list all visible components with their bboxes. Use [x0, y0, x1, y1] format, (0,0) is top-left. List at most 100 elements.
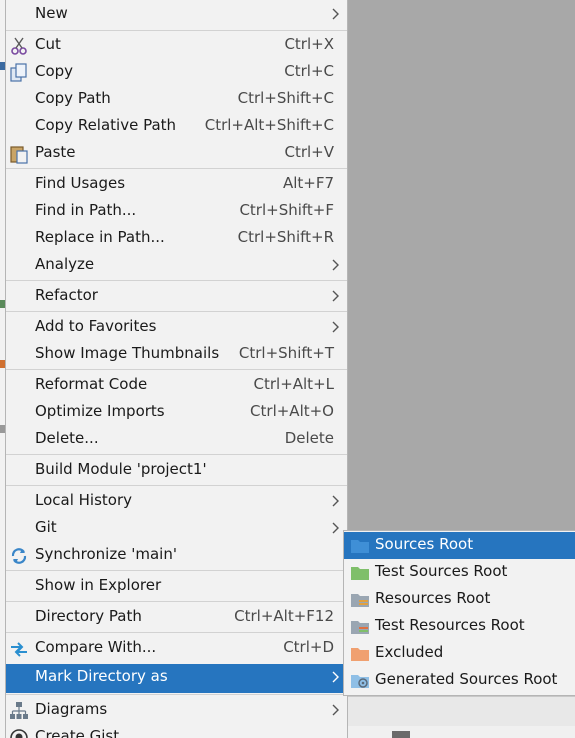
chevron-right-icon [332, 290, 339, 302]
sources-root-folder-icon [351, 540, 369, 553]
menu-item-build-module[interactable]: Build Module 'project1' [6, 457, 347, 484]
menu-item-label: Directory Path [35, 607, 142, 625]
menu-item-show-image-thumbnails[interactable]: Show Image Thumbnails Ctrl+Shift+T [6, 341, 347, 368]
menu-item-copy-relative-path[interactable]: Copy Relative Path Ctrl+Alt+Shift+C [6, 113, 347, 140]
submenu-item-generated-sources-root[interactable]: Generated Sources Root [344, 667, 575, 694]
menu-item-shortcut: Ctrl+Shift+T [238, 344, 334, 362]
menu-item-shortcut: Ctrl+Shift+R [237, 228, 334, 246]
menu-item-copy-path[interactable]: Copy Path Ctrl+Shift+C [6, 86, 347, 113]
menu-item-shortcut: Ctrl+Alt+O [250, 402, 334, 420]
resources-root-folder-icon [351, 594, 369, 607]
compare-icon [11, 642, 27, 657]
mark-directory-submenu: Sources Root Test Sources Root Resources… [343, 530, 575, 696]
menu-item-shortcut: Ctrl+Alt+L [253, 375, 335, 393]
submenu-item-sources-root[interactable]: Sources Root [344, 532, 575, 559]
menu-item-git[interactable]: Git [6, 515, 347, 542]
menu-item-label: Analyze [35, 255, 95, 273]
paste-icon [10, 146, 28, 164]
menu-item-label: Synchronize 'main' [35, 545, 177, 563]
copy-icon [10, 63, 27, 82]
context-menu: New Cut Ctrl+X Copy Ctrl+C Copy Path Ctr… [5, 0, 348, 738]
menu-item-replace-in-path[interactable]: Replace in Path... Ctrl+Shift+R [6, 225, 347, 252]
menu-separator [6, 601, 347, 602]
menu-item-label: Local History [35, 491, 133, 509]
menu-item-shortcut: Ctrl+V [284, 143, 334, 161]
menu-separator [6, 454, 347, 455]
menu-item-label: Copy Path [35, 89, 111, 107]
menu-item-label: Replace in Path... [35, 228, 165, 246]
menu-item-shortcut: Alt+F7 [282, 174, 334, 192]
background-status-strip [348, 726, 575, 738]
submenu-item-label: Test Resources Root [375, 616, 525, 634]
menu-item-compare-with[interactable]: Compare With... Ctrl+D [6, 635, 347, 662]
menu-item-refactor[interactable]: Refactor [6, 283, 347, 310]
menu-item-new[interactable]: New [6, 1, 347, 28]
menu-item-reformat-code[interactable]: Reformat Code Ctrl+Alt+L [6, 372, 347, 399]
menu-item-create-gist[interactable]: Create Gist [6, 724, 347, 738]
menu-item-shortcut: Ctrl+Alt+F12 [234, 607, 334, 625]
menu-item-add-to-favorites[interactable]: Add to Favorites [6, 314, 347, 341]
generated-sources-root-folder-icon [351, 675, 369, 688]
submenu-item-excluded[interactable]: Excluded [344, 640, 575, 667]
menu-item-shortcut: Ctrl+C [284, 62, 334, 80]
menu-item-shortcut: Ctrl+X [284, 35, 334, 53]
submenu-item-test-sources-root[interactable]: Test Sources Root [344, 559, 575, 586]
menu-item-local-history[interactable]: Local History [6, 488, 347, 515]
menu-item-show-in-explorer[interactable]: Show in Explorer [6, 573, 347, 600]
menu-separator [6, 30, 347, 31]
menu-item-label: Refactor [35, 286, 98, 304]
menu-item-label: Find in Path... [35, 201, 137, 219]
chevron-right-icon [332, 704, 339, 716]
submenu-item-test-resources-root[interactable]: Test Resources Root [344, 613, 575, 640]
menu-item-label: Add to Favorites [35, 317, 157, 335]
diagram-icon [10, 702, 28, 719]
menu-item-copy[interactable]: Copy Ctrl+C [6, 59, 347, 86]
menu-separator [6, 280, 347, 281]
menu-item-synchronize[interactable]: Synchronize 'main' [6, 542, 347, 569]
menu-item-shortcut: Ctrl+Alt+Shift+C [204, 116, 334, 134]
chevron-right-icon [332, 259, 339, 271]
menu-item-label: New [35, 4, 68, 22]
chevron-right-icon [332, 321, 339, 333]
menu-separator [6, 694, 347, 695]
menu-item-label: Build Module 'project1' [35, 460, 207, 478]
menu-item-label: Copy Relative Path [35, 116, 177, 134]
menu-item-delete[interactable]: Delete... Delete [6, 426, 347, 453]
test-sources-root-folder-icon [351, 567, 369, 580]
menu-item-label: Git [35, 518, 57, 536]
menu-item-analyze[interactable]: Analyze [6, 252, 347, 279]
menu-separator [6, 632, 347, 633]
menu-separator [6, 168, 347, 169]
chevron-right-icon [332, 671, 339, 683]
excluded-folder-icon [351, 648, 369, 661]
menu-item-shortcut: Ctrl+Shift+F [239, 201, 334, 219]
menu-item-shortcut: Delete [284, 429, 334, 447]
menu-item-label: Reformat Code [35, 375, 148, 393]
test-resources-root-folder-icon [351, 621, 369, 634]
menu-item-label: Optimize Imports [35, 402, 165, 420]
menu-item-label: Find Usages [35, 174, 126, 192]
menu-item-find-usages[interactable]: Find Usages Alt+F7 [6, 171, 347, 198]
chevron-right-icon [332, 495, 339, 507]
menu-item-find-in-path[interactable]: Find in Path... Ctrl+Shift+F [6, 198, 347, 225]
menu-item-label: Create Gist [35, 727, 120, 738]
menu-item-label: Delete... [35, 429, 99, 447]
menu-item-label: Compare With... [35, 638, 157, 656]
github-icon [10, 729, 28, 738]
menu-item-shortcut: Ctrl+D [283, 638, 334, 656]
submenu-item-label: Resources Root [375, 589, 491, 607]
menu-item-paste[interactable]: Paste Ctrl+V [6, 140, 347, 167]
menu-item-diagrams[interactable]: Diagrams [6, 697, 347, 724]
menu-separator [6, 369, 347, 370]
menu-item-cut[interactable]: Cut Ctrl+X [6, 32, 347, 59]
chevron-right-icon [332, 522, 339, 534]
menu-separator [6, 311, 347, 312]
submenu-item-resources-root[interactable]: Resources Root [344, 586, 575, 613]
terminal-icon [392, 731, 410, 738]
submenu-item-label: Excluded [375, 643, 444, 661]
menu-separator [6, 570, 347, 571]
menu-item-mark-directory-as[interactable]: Mark Directory as [6, 664, 347, 693]
menu-separator [6, 485, 347, 486]
menu-item-optimize-imports[interactable]: Optimize Imports Ctrl+Alt+O [6, 399, 347, 426]
menu-item-directory-path[interactable]: Directory Path Ctrl+Alt+F12 [6, 604, 347, 631]
